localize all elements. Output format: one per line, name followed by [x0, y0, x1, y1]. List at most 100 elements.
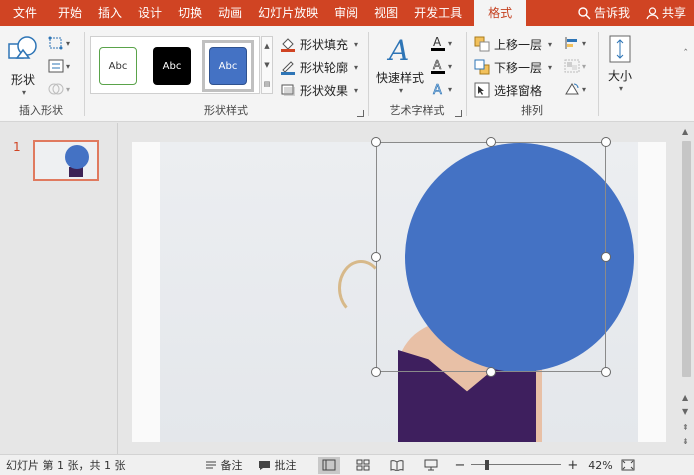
person-icon — [646, 6, 659, 19]
shape-style-gallery: Abc Abc Abc — [90, 36, 260, 94]
text-box-button[interactable]: ▾ — [48, 57, 76, 75]
resize-handle-ne[interactable] — [601, 137, 611, 147]
normal-view-icon — [322, 459, 336, 471]
scroll-up-icon[interactable]: ▲ — [682, 393, 688, 402]
tab-format[interactable]: 格式 — [474, 0, 527, 26]
collapse-ribbon-icon[interactable]: ‸ — [684, 40, 687, 51]
shape-outline-button[interactable]: 形状轮廓 ▾ — [280, 57, 358, 77]
group-label-shape-styles: 形状样式 — [204, 104, 248, 117]
group-label-arrange: 排列 — [521, 104, 543, 117]
group-objects-button[interactable]: ▾ — [564, 57, 592, 75]
shapes-button[interactable]: 形状 ▾ — [6, 34, 40, 97]
edit-points-icon — [48, 36, 63, 50]
rotate-button[interactable]: ▾ — [564, 80, 592, 98]
scroll-down-icon[interactable]: ▼ — [264, 61, 269, 69]
next-slide-icon[interactable]: ⇟ — [682, 437, 689, 446]
style-swatch-outline[interactable]: Abc — [99, 47, 137, 85]
group-objects-icon — [564, 59, 580, 73]
tab-insert[interactable]: 插入 — [90, 0, 130, 26]
chevron-down-icon: ▾ — [21, 88, 26, 97]
slide-thumbnail[interactable] — [33, 140, 99, 181]
vertical-scrollbar[interactable]: ▲ ▲ ▼ ⇞ ⇟ — [679, 123, 694, 454]
resize-handle-n[interactable] — [486, 137, 496, 147]
selection-pane-label: 选择窗格 — [494, 83, 543, 98]
tab-home[interactable]: 开始 — [50, 0, 90, 26]
align-icon — [565, 37, 577, 49]
shape-fill-button[interactable]: 形状填充 ▾ — [280, 34, 358, 54]
align-button[interactable]: ▾ — [564, 34, 592, 52]
dialog-launcher-icon[interactable] — [357, 110, 364, 117]
zoom-out-button[interactable]: − — [454, 458, 465, 473]
text-outline-button[interactable]: A ▾ — [430, 57, 458, 75]
group-shape-styles: Abc Abc Abc ▲ ▼ ▤ 形状填充 ▾ 形状轮廓 ▾ 形状效果 ▾ 形… — [86, 30, 366, 120]
tab-animations[interactable]: 动画 — [210, 0, 250, 26]
resize-handle-e[interactable] — [601, 252, 611, 262]
resize-handle-nw[interactable] — [371, 137, 381, 147]
zoom-slider-knob[interactable] — [485, 460, 490, 470]
svg-text:A: A — [433, 58, 442, 72]
zoom-level[interactable]: 42% — [588, 459, 612, 472]
scroll-up-icon[interactable]: ▲ — [682, 127, 688, 136]
dialog-launcher-icon[interactable] — [455, 110, 462, 117]
chevron-down-icon: ▾ — [582, 61, 587, 71]
zoom-in-button[interactable]: + — [567, 458, 578, 473]
resize-handle-sw[interactable] — [371, 367, 381, 377]
gallery-scroll[interactable]: ▲ ▼ ▤ — [261, 36, 273, 94]
send-backward-label: 下移一层 — [494, 60, 543, 75]
text-effects-button[interactable]: A ▾ — [430, 80, 458, 98]
scroll-down-icon[interactable]: ▼ — [682, 407, 688, 416]
quick-styles-button[interactable]: A 快速样式 ▾ — [374, 34, 426, 95]
text-fill-button[interactable]: A ▾ — [430, 34, 458, 52]
normal-view-button[interactable] — [318, 456, 341, 474]
resize-handle-s[interactable] — [486, 367, 496, 377]
gallery-more-icon[interactable]: ▤ — [264, 80, 271, 88]
prev-slide-icon[interactable]: ⇞ — [682, 423, 689, 432]
size-label: 大小 — [607, 69, 632, 83]
comments-button[interactable]: 批注 — [258, 457, 296, 473]
tab-view[interactable]: 视图 — [366, 0, 406, 26]
notes-button[interactable]: 备注 — [205, 457, 242, 473]
chevron-down-icon: ▾ — [448, 38, 453, 48]
slide-editing-area: ▲ ▲ ▼ ⇞ ⇟ — [119, 123, 694, 454]
scrollbar-thumb[interactable] — [682, 141, 691, 377]
tab-design[interactable]: 设计 — [130, 0, 170, 26]
share-button[interactable]: 共享 — [638, 0, 694, 26]
resize-handle-w[interactable] — [371, 252, 381, 262]
style-swatch-blue[interactable]: Abc — [209, 47, 247, 85]
reading-view-button[interactable] — [386, 457, 408, 474]
shape-fill-label: 形状填充 — [300, 37, 349, 52]
style-swatch-black[interactable]: Abc — [153, 47, 191, 85]
size-button[interactable]: 大小 ▾ — [604, 34, 636, 93]
pen-icon — [281, 61, 295, 75]
tab-developer[interactable]: 开发工具 — [406, 0, 470, 26]
fit-to-window-icon — [621, 459, 635, 471]
presentation-icon — [424, 459, 438, 471]
send-backward-icon — [474, 59, 490, 75]
group-separator — [84, 32, 85, 116]
tab-review[interactable]: 审阅 — [326, 0, 366, 26]
comments-label: 批注 — [274, 459, 297, 472]
send-backward-button[interactable]: 下移一层 ▾ — [474, 57, 552, 77]
chevron-down-icon: ▾ — [582, 84, 587, 94]
slideshow-button[interactable] — [420, 457, 442, 474]
slide-number: 1 — [13, 140, 21, 154]
scroll-up-icon[interactable]: ▲ — [264, 42, 269, 50]
group-arrange: 上移一层 ▾ 下移一层 ▾ 选择窗格 ▾ ▾ ▾ 排列 — [468, 30, 596, 120]
quick-styles-label: 快速样式 — [375, 71, 424, 85]
bring-forward-button[interactable]: 上移一层 ▾ — [474, 34, 552, 54]
resize-handle-se[interactable] — [601, 367, 611, 377]
tab-transitions[interactable]: 切换 — [170, 0, 210, 26]
tab-file[interactable]: 文件 — [0, 0, 50, 26]
tell-me-button[interactable]: 告诉我 — [570, 0, 638, 26]
fit-to-window-button[interactable] — [621, 459, 635, 471]
zoom-slider[interactable] — [471, 460, 562, 470]
wordart-a-icon: A — [386, 34, 409, 67]
tell-me-label: 告诉我 — [593, 6, 630, 20]
selection-pane-button[interactable]: 选择窗格 — [474, 80, 542, 100]
slide-sorter-button[interactable] — [352, 457, 374, 474]
shape-effects-button[interactable]: 形状效果 ▾ — [280, 80, 358, 100]
edit-shape-button[interactable]: ▾ — [48, 34, 76, 52]
shape-outline-label: 形状轮廓 — [300, 60, 349, 75]
tab-slideshow[interactable]: 幻灯片放映 — [250, 0, 326, 26]
merge-shapes-button[interactable]: ▾ — [48, 80, 76, 98]
